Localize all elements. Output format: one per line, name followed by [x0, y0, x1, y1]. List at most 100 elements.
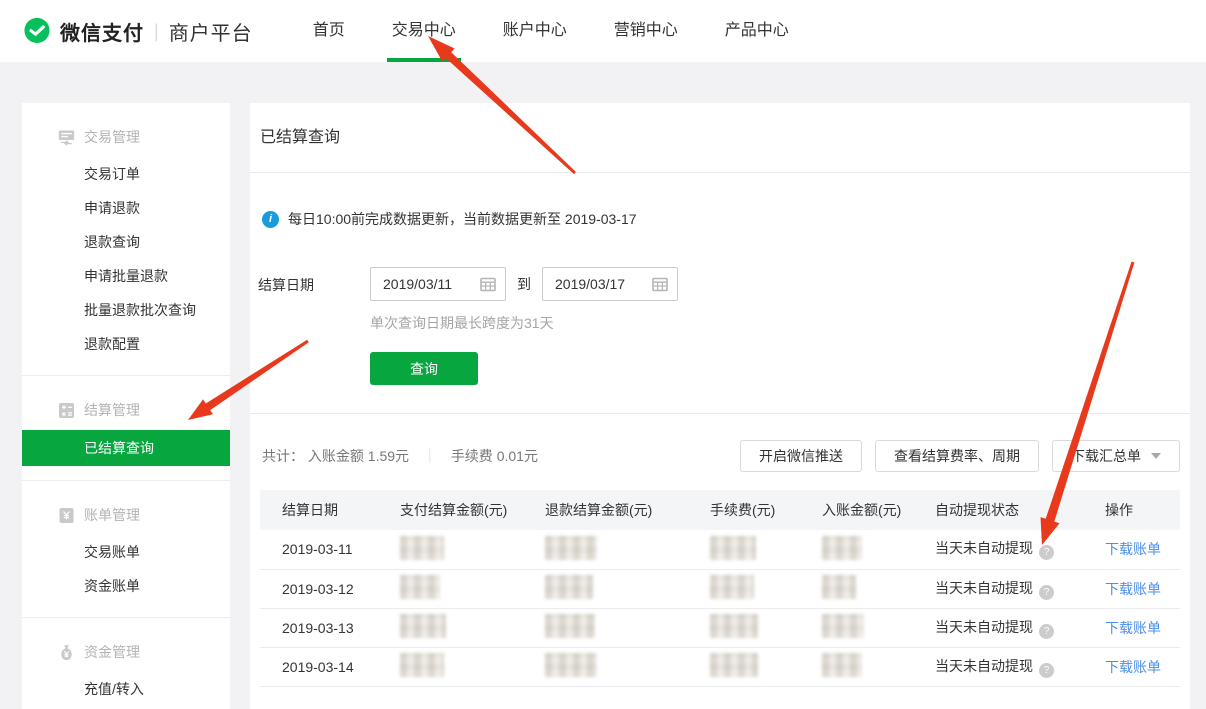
table-row: 2019-03-13 当天未自动提现? 下载账单 [260, 608, 1180, 647]
end-date-input[interactable]: 2019/03/17 [542, 267, 678, 301]
summary-separator: ｜ [423, 448, 437, 464]
start-date-value: 2019/03/11 [383, 276, 452, 292]
nav-tab-首页[interactable]: 首页 [313, 0, 345, 62]
sidebar-item-申请批量退款[interactable]: 申请批量退款 [22, 259, 230, 293]
column-header-自动提现状态: 自动提现状态 [935, 490, 1105, 530]
nav-tab-账户中心[interactable]: 账户中心 [503, 0, 567, 62]
help-question-icon[interactable]: ? [1039, 624, 1054, 639]
bill-management-icon [58, 507, 75, 524]
section-divider [250, 413, 1190, 414]
sidebar-section-title: 资金管理 [84, 642, 140, 662]
top-header: 微信支付 | 商户平台 首页交易中心账户中心营销中心产品中心 [0, 0, 1206, 62]
redacted-amount [822, 614, 864, 638]
column-header-手续费(元): 手续费(元) [710, 490, 822, 530]
redacted-amount [710, 536, 756, 560]
results-table: 结算日期支付结算金额(元)退款结算金额(元)手续费(元)入账金额(元)自动提现状… [260, 490, 1180, 687]
column-header-结算日期: 结算日期 [260, 490, 400, 530]
summary-income: 入账金额 1.59元 [308, 448, 409, 464]
download-bill-link[interactable]: 下载账单 [1105, 620, 1161, 636]
nav-tab-交易中心[interactable]: 交易中心 [392, 0, 456, 62]
settle-date-cell: 2019-03-13 [260, 608, 400, 647]
summary-fee: 手续费 0.01元 [451, 448, 538, 464]
sidebar-item-已结算查询[interactable]: 已结算查询 [22, 430, 230, 466]
help-question-icon[interactable]: ? [1039, 663, 1054, 678]
end-date-value: 2019/03/17 [555, 276, 625, 292]
sidebar-section-title: 结算管理 [84, 400, 140, 420]
sidebar-section-结算管理: 结算管理 [22, 398, 230, 422]
download-bill-link[interactable]: 下载账单 [1105, 581, 1161, 597]
help-question-icon[interactable]: ? [1039, 585, 1054, 600]
chevron-down-icon [1151, 453, 1161, 459]
redacted-amount [545, 536, 597, 560]
brand-name: 微信支付 [60, 17, 144, 46]
action-button-开启微信推送[interactable]: 开启微信推送 [740, 440, 862, 472]
page-title: 已结算查询 [250, 103, 1190, 173]
sidebar: 交易管理交易订单申请退款退款查询申请批量退款批量退款批次查询退款配置结算管理已结… [22, 103, 230, 709]
query-button[interactable]: 查询 [370, 352, 478, 385]
sidebar-item-批量退款批次查询[interactable]: 批量退款批次查询 [22, 293, 230, 327]
primary-nav: 首页交易中心账户中心营销中心产品中心 [313, 0, 836, 62]
nav-tab-营销中心[interactable]: 营销中心 [614, 0, 678, 62]
sidebar-section-账单管理: 账单管理 [22, 503, 230, 527]
redacted-amount [545, 653, 597, 677]
sidebar-section-title: 账单管理 [84, 505, 140, 525]
date-range-hint: 单次查询日期最长跨度为31天 [370, 313, 678, 333]
auto-withdraw-status: 当天未自动提现 [935, 540, 1033, 556]
brand-divider: | [154, 21, 159, 42]
auto-withdraw-status: 当天未自动提现 [935, 619, 1033, 635]
download-bill-link[interactable]: 下载账单 [1105, 659, 1161, 675]
wechat-pay-logo-icon [22, 16, 52, 46]
redacted-amount [400, 614, 446, 638]
sidebar-item-交易订单[interactable]: 交易订单 [22, 157, 230, 191]
settle-date-label: 结算日期 [258, 275, 314, 385]
action-button-查看结算费率、周期[interactable]: 查看结算费率、周期 [875, 440, 1039, 472]
table-row: 2019-03-11当天未自动提现?下载账单 [260, 530, 1180, 569]
table-row: 2019-03-14 当天未自动提现? 下载账单 [260, 647, 1180, 686]
column-header-入账金额(元): 入账金额(元) [822, 490, 935, 530]
query-form: 结算日期 2019/03/11 到 2019/03/17 [250, 267, 1190, 385]
table-actions: 开启微信推送 查看结算费率、周期 下载汇总单 [727, 440, 1180, 472]
product-name: 商户平台 [169, 17, 253, 46]
sidebar-item-退款查询[interactable]: 退款查询 [22, 225, 230, 259]
start-date-input[interactable]: 2019/03/11 [370, 267, 506, 301]
brand: 微信支付 | 商户平台 [22, 16, 253, 46]
column-header-退款结算金额(元): 退款结算金额(元) [545, 490, 710, 530]
settlement-management-icon [58, 402, 75, 419]
sidebar-section-资金管理: 资金管理 [22, 640, 230, 664]
sidebar-item-资金账单[interactable]: 资金账单 [22, 569, 230, 603]
redacted-amount [545, 575, 593, 599]
redacted-amount [545, 614, 595, 638]
column-header-操作: 操作 [1105, 490, 1180, 530]
sidebar-item-充值/转入[interactable]: 充值/转入 [22, 672, 230, 706]
sidebar-item-退款配置[interactable]: 退款配置 [22, 327, 230, 361]
calendar-icon [652, 276, 668, 292]
settle-date-cell: 2019-03-14 [260, 647, 400, 686]
sidebar-item-申请退款[interactable]: 申请退款 [22, 191, 230, 225]
redacted-amount [822, 536, 862, 560]
help-question-icon[interactable]: ? [1039, 545, 1054, 560]
action-button-label: 下载汇总单 [1071, 446, 1141, 466]
redacted-amount [822, 575, 856, 599]
main-panel: 已结算查询 i 每日10:00前完成数据更新，当前数据更新至 2019-03-1… [250, 103, 1190, 709]
redacted-amount [400, 575, 440, 599]
download-bill-link[interactable]: 下载账单 [1105, 541, 1161, 557]
redacted-amount [400, 653, 444, 677]
to-label: 到 [517, 274, 531, 294]
sidebar-item-交易账单[interactable]: 交易账单 [22, 535, 230, 569]
redacted-amount [400, 536, 444, 560]
sidebar-section-交易管理: 交易管理 [22, 125, 230, 149]
redacted-amount [822, 653, 862, 677]
action-button-下载汇总单[interactable]: 下载汇总单 [1052, 440, 1180, 472]
auto-withdraw-status: 当天未自动提现 [935, 658, 1033, 674]
auto-withdraw-status: 当天未自动提现 [935, 580, 1033, 596]
column-header-支付结算金额(元): 支付结算金额(元) [400, 490, 545, 530]
transaction-management-icon [58, 129, 75, 146]
nav-tab-产品中心[interactable]: 产品中心 [725, 0, 789, 62]
data-update-notice: i 每日10:00前完成数据更新，当前数据更新至 2019-03-17 [262, 209, 1190, 229]
info-icon: i [262, 211, 279, 228]
action-button-label: 开启微信推送 [759, 446, 843, 466]
totals-summary: 共计： 入账金额 1.59元 ｜ 手续费 0.01元 [260, 446, 538, 466]
redacted-amount [710, 653, 758, 677]
sidebar-section-title: 交易管理 [84, 127, 140, 147]
redacted-amount [710, 575, 754, 599]
